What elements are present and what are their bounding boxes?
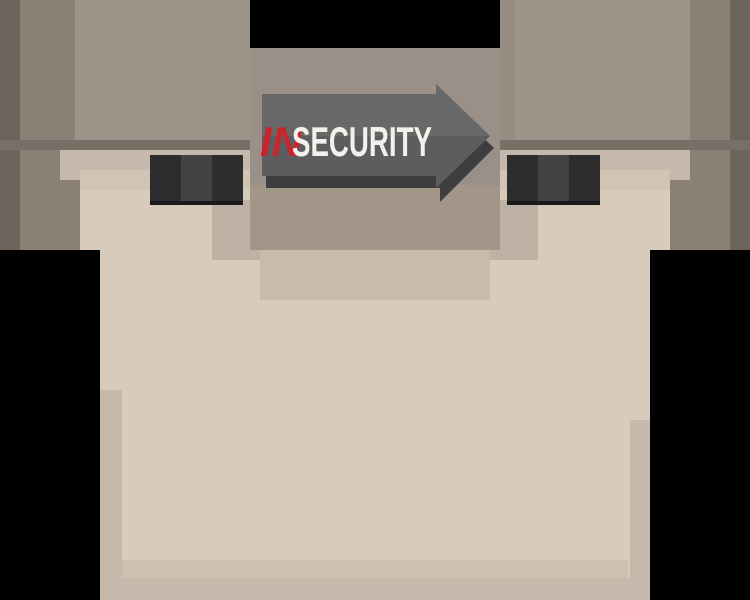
floor-edge-right (630, 420, 652, 600)
title-main: SECURITY (292, 118, 432, 165)
title-sign: IN SECURITY (258, 84, 494, 204)
floor-edge-bottom (100, 578, 650, 600)
top-wall-shadow-left-mid (20, 0, 80, 250)
top-doorway[interactable] (250, 0, 500, 48)
alcove-glow-2 (260, 250, 490, 300)
vent-left (150, 155, 243, 205)
right-void (650, 250, 750, 600)
game-scene: IN SECURITY (0, 0, 750, 600)
wall-panel-left (75, 0, 250, 140)
left-void (0, 250, 100, 600)
floor-edge-left (100, 390, 122, 600)
vent-right (507, 155, 600, 205)
floor-edge-bottom-inner (122, 560, 628, 578)
game-title: IN SECURITY (260, 118, 432, 165)
wall-panel-right (515, 0, 690, 140)
